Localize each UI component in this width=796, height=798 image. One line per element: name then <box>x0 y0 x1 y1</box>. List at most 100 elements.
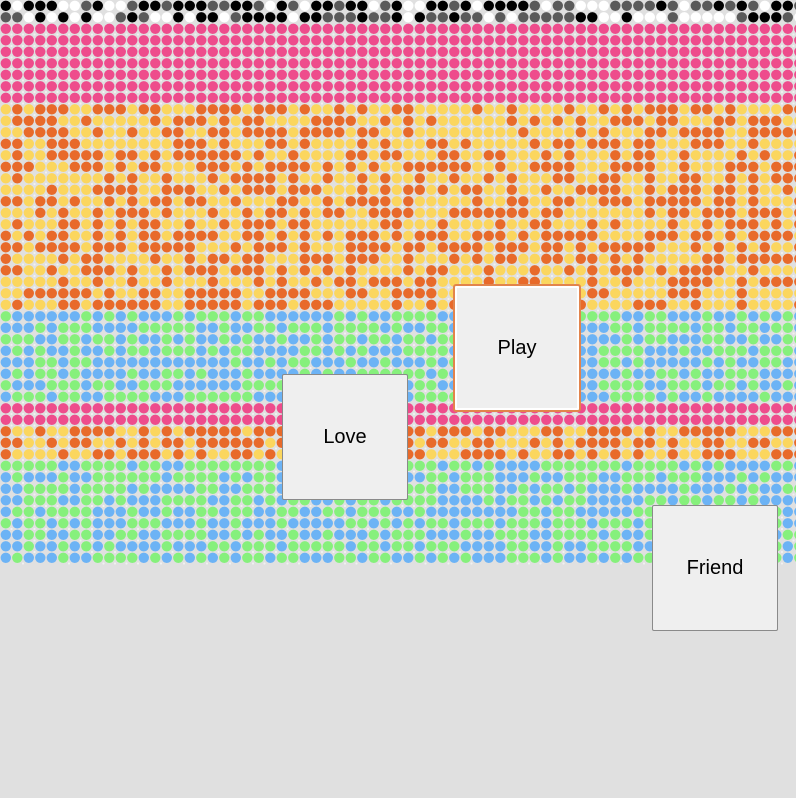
grid-dot <box>679 0 690 11</box>
grid-dot <box>81 414 92 425</box>
grid-dot-highlight <box>585 44 588 48</box>
grid-dot <box>35 311 46 322</box>
grid-dot <box>713 35 724 46</box>
grid-dot-highlight <box>596 205 600 209</box>
grid-dot <box>759 58 770 69</box>
grid-dot <box>184 58 195 69</box>
grid-dot <box>230 276 241 287</box>
grid-dot <box>161 495 172 506</box>
grid-dot <box>242 276 253 287</box>
grid-dot <box>288 69 299 81</box>
grid-dot <box>483 495 494 506</box>
grid-dot <box>230 460 241 471</box>
grid-dot-highlight <box>596 412 600 416</box>
grid-dot <box>460 58 471 69</box>
grid-dot <box>207 322 218 333</box>
grid-dot <box>598 345 609 356</box>
grid-dot-highlight <box>746 194 749 197</box>
grid-dot <box>230 288 241 299</box>
grid-dot <box>81 437 92 448</box>
grid-dot-highlight <box>148 274 151 278</box>
grid-dot <box>403 253 414 264</box>
grid-dot-highlight <box>493 79 496 82</box>
grid-dot <box>690 380 701 391</box>
grid-dot <box>541 184 552 195</box>
grid-dot-highlight <box>343 79 347 82</box>
grid-dot <box>196 460 207 471</box>
grid-dot-highlight <box>113 136 117 140</box>
grid-dot-highlight <box>251 205 255 209</box>
grid-dot-highlight <box>297 366 301 370</box>
grid-dot <box>23 426 34 437</box>
grid-dot <box>161 69 172 81</box>
grid-dot <box>345 12 356 23</box>
grid-dot <box>368 253 379 264</box>
grid-dot-highlight <box>792 447 795 450</box>
grid-dot <box>437 253 448 264</box>
grid-dot <box>161 426 172 437</box>
grid-dot <box>621 322 632 333</box>
grid-dot <box>127 23 138 34</box>
grid-dot-highlight <box>366 228 370 232</box>
grid-dot-highlight <box>585 274 588 278</box>
grid-dot <box>81 391 92 402</box>
grid-dot <box>138 380 149 391</box>
grid-dot <box>437 115 448 127</box>
grid-dot-highlight <box>493 194 496 197</box>
grid-dot-highlight <box>320 44 324 48</box>
grid-dot <box>276 219 287 230</box>
grid-dot <box>598 115 609 127</box>
grid-dot <box>276 92 287 104</box>
grid-dot-highlight <box>458 424 462 427</box>
grid-dot <box>207 92 218 104</box>
grid-dot <box>690 322 701 333</box>
grid-dot <box>219 265 230 276</box>
grid-dot <box>81 161 92 172</box>
grid-dot <box>12 69 23 81</box>
grid-dot-highlight <box>734 424 738 427</box>
grid-dot <box>506 23 517 34</box>
grid-dot <box>633 449 644 460</box>
grid-dot <box>69 472 81 483</box>
grid-dot <box>230 115 241 127</box>
grid-dot-highlight <box>125 136 128 140</box>
grid-dot <box>380 253 391 264</box>
grid-dot <box>414 207 425 218</box>
grid-dot-highlight <box>734 79 738 82</box>
grid-dot <box>69 127 81 138</box>
grid-dot <box>679 115 690 127</box>
grid-dot-highlight <box>769 320 772 324</box>
grid-dot-highlight <box>389 309 393 312</box>
grid-dot-highlight <box>493 113 496 117</box>
grid-dot <box>414 449 425 460</box>
grid-dot-highlight <box>757 44 761 48</box>
grid-dot <box>759 104 770 115</box>
grid-dot <box>782 219 793 230</box>
grid-dot <box>35 426 46 437</box>
grid-dot-highlight <box>608 366 611 370</box>
grid-dot <box>460 150 471 161</box>
grid-dot <box>575 81 586 92</box>
grid-dot <box>230 35 241 46</box>
grid-dot <box>759 345 770 356</box>
grid-dot-highlight <box>769 481 772 485</box>
grid-dot <box>357 299 368 310</box>
grid-dot <box>81 23 92 34</box>
grid-dot-highlight <box>194 44 197 48</box>
grid-dot-highlight <box>113 263 117 266</box>
grid-dot <box>506 35 517 46</box>
grid-dot-highlight <box>67 102 71 105</box>
grid-dot <box>748 173 759 184</box>
grid-dot <box>690 265 701 276</box>
grid-dot <box>483 0 494 11</box>
grid-dot <box>127 426 138 437</box>
grid-dot-highlight <box>631 217 634 220</box>
grid-dot <box>196 495 207 506</box>
grid-dot-highlight <box>562 136 565 140</box>
grid-dot <box>449 207 460 218</box>
grid-dot-highlight <box>769 274 772 278</box>
grid-dot <box>667 196 678 207</box>
grid-dot <box>587 265 598 276</box>
grid-dot <box>219 12 230 23</box>
grid-dot-highlight <box>378 274 381 278</box>
